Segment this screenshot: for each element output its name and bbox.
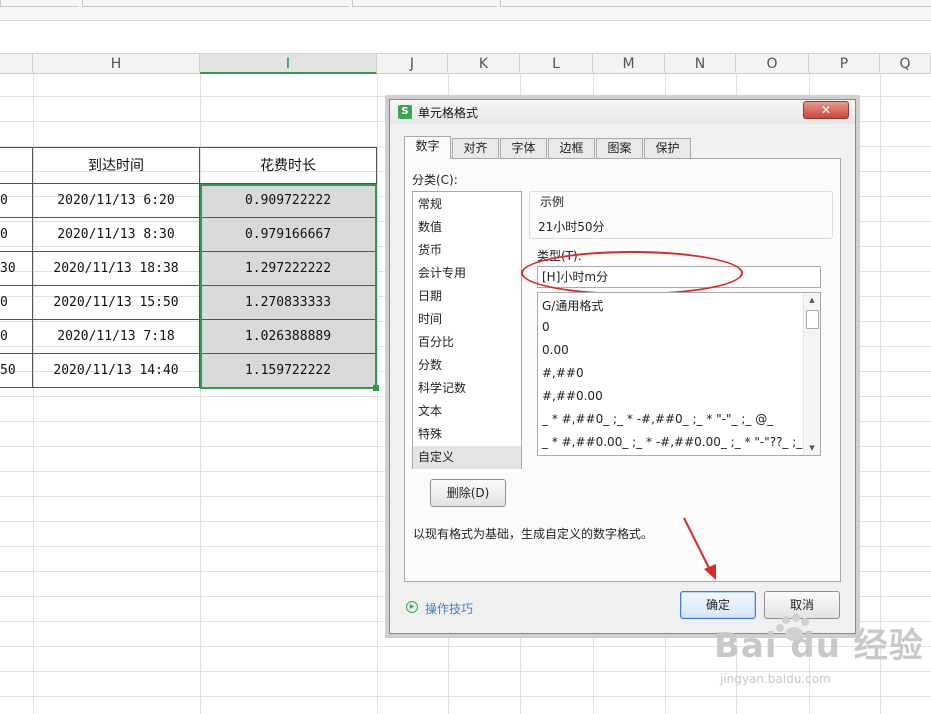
annotation-red-arrow	[683, 517, 716, 580]
watermark-brand: Bai du 经验	[714, 626, 924, 666]
baidu-watermark: Bai du 经验 jingyan.baidu.com	[714, 614, 924, 686]
paw-icon	[776, 614, 809, 641]
tab-0[interactable]: 数字	[404, 136, 451, 159]
watermark-url: jingyan.baidu.com	[720, 672, 831, 686]
